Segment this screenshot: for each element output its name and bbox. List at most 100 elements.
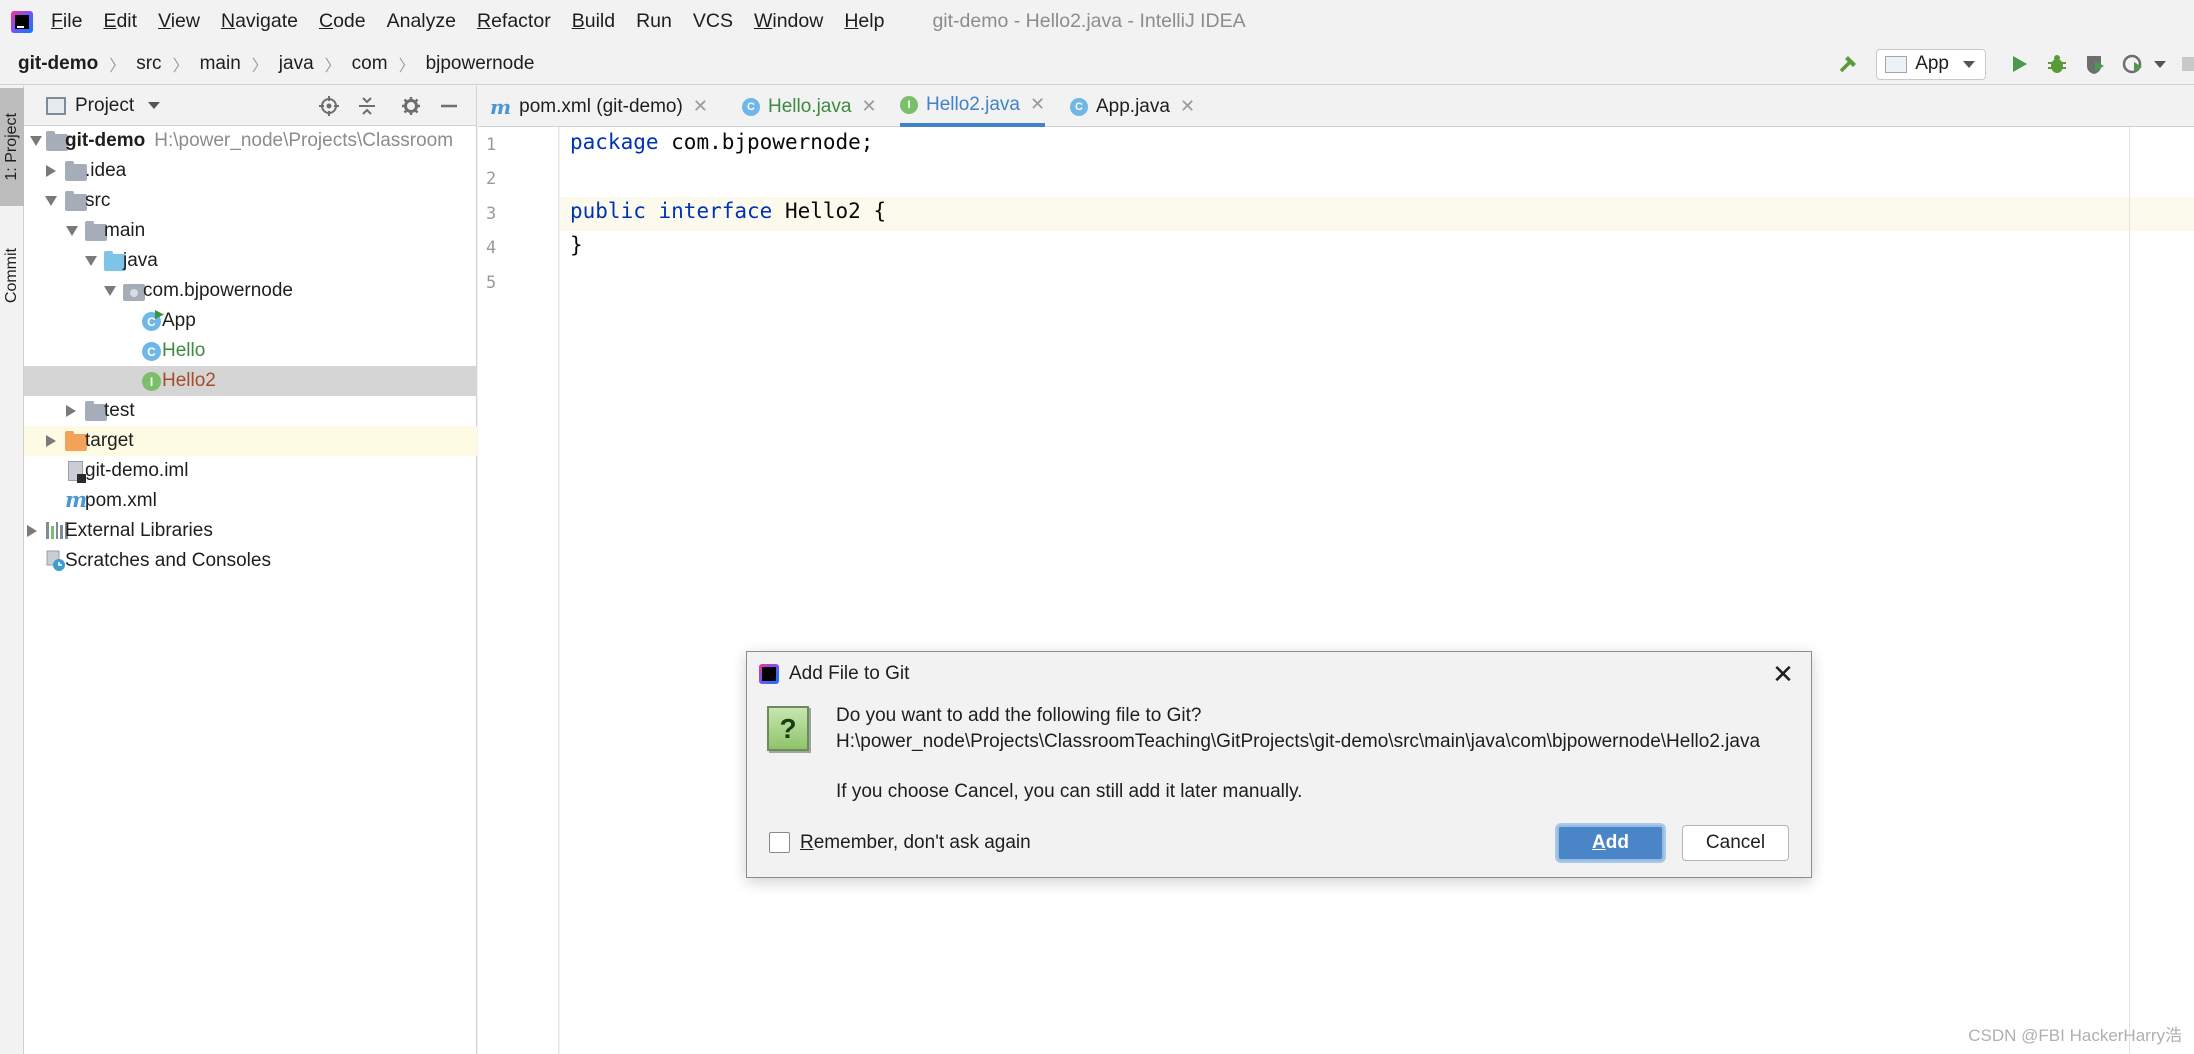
menu-analyze[interactable]: Analyze — [387, 10, 456, 33]
tree-item-label: Hello — [162, 340, 206, 361]
code-line-3: public interface Hello2 { — [570, 199, 887, 223]
tree-item-external-libraries[interactable]: External Libraries — [24, 516, 477, 546]
chevron-down-icon — [1963, 60, 1975, 68]
tree-item-hello[interactable]: C Hello — [24, 336, 477, 366]
collapse-arrow-icon[interactable] — [46, 435, 56, 447]
menu-build[interactable]: Build — [572, 10, 615, 33]
tree-item-label: com.bjpowernode — [143, 280, 293, 301]
build-hammer-icon[interactable] — [1837, 52, 1861, 76]
tree-item-target[interactable]: target — [24, 426, 477, 456]
scratches-icon — [46, 550, 66, 571]
project-panel-header: Project — [24, 86, 476, 126]
menu-code[interactable]: Code — [319, 10, 366, 33]
breadcrumb-item-com[interactable]: com — [352, 53, 388, 75]
expand-arrow-icon[interactable] — [45, 196, 57, 206]
close-icon[interactable]: ✕ — [1769, 660, 1797, 688]
tree-item-git-demo[interactable]: git-demo H:\power_node\Projects\Classroom — [24, 126, 477, 156]
dialog-note-text: If you choose Cancel, you can still add … — [836, 781, 1303, 802]
dialog-titlebar[interactable]: Add File to Git ✕ — [747, 652, 1811, 696]
run-configuration-select[interactable]: App — [1876, 48, 1986, 80]
menu-window[interactable]: Window — [754, 10, 823, 33]
tree-item-label: git-demo H:\power_node\Projects\Classroom — [65, 130, 454, 151]
tree-item-idea[interactable]: .idea — [24, 156, 477, 186]
collapse-arrow-icon[interactable] — [46, 165, 56, 177]
remember-checkbox-label[interactable]: Remember, don't ask again — [800, 832, 1031, 854]
run-toolbar: App — [1830, 43, 2194, 85]
maven-icon: m — [490, 94, 512, 119]
tree-item-com-bjpowernode[interactable]: com.bjpowernode — [24, 276, 477, 306]
expand-arrow-icon[interactable] — [104, 286, 116, 296]
tree-item-app[interactable]: C App — [24, 306, 477, 336]
code-editor[interactable]: package com.bjpowernode; public interfac… — [560, 127, 2194, 1054]
menu-vcs[interactable]: VCS — [693, 10, 733, 33]
chevron-down-icon[interactable] — [148, 102, 161, 109]
menu-file[interactable]: File — [51, 10, 82, 33]
line-number: 2 — [486, 169, 497, 189]
tab-hello2-java[interactable]: I Hello2.java ✕ — [900, 86, 1046, 127]
locate-file-icon[interactable] — [318, 95, 340, 117]
package-icon — [123, 284, 145, 301]
profile-icon[interactable] — [2121, 52, 2145, 76]
breadcrumb-separator-icon: 〉 — [109, 57, 126, 75]
breadcrumb-item-main[interactable]: main — [200, 53, 241, 75]
collapse-arrow-icon[interactable] — [66, 405, 76, 417]
expand-arrow-icon[interactable] — [30, 136, 42, 146]
tree-item-pom-xml[interactable]: m pom.xml — [24, 486, 477, 516]
tree-item-git-demo-iml[interactable]: git-demo.iml — [24, 456, 477, 486]
tree-item-main[interactable]: main — [24, 216, 477, 246]
menu-refactor[interactable]: Refactor — [477, 10, 551, 33]
tab-pom-xml[interactable]: m pom.xml (git-demo) ✕ — [490, 86, 708, 127]
interface-icon: I — [142, 372, 161, 391]
expand-arrow-icon[interactable] — [66, 226, 78, 236]
folder-icon — [65, 191, 87, 211]
menu-run[interactable]: Run — [636, 10, 672, 33]
collapse-arrow-icon[interactable] — [27, 525, 37, 537]
remember-checkbox[interactable] — [769, 832, 790, 853]
cancel-button[interactable]: Cancel — [1682, 825, 1789, 861]
close-icon[interactable]: ✕ — [861, 96, 876, 117]
tool-tab-commit[interactable]: Commit — [0, 226, 24, 326]
tree-item-label: java — [123, 250, 158, 271]
tree-item-java[interactable]: java — [24, 246, 477, 276]
tab-hello-java[interactable]: C Hello.java ✕ — [742, 86, 877, 127]
breadcrumb-item-src[interactable]: src — [136, 53, 161, 75]
dialog-title: Add File to Git — [789, 663, 910, 684]
coverage-icon[interactable] — [2083, 52, 2107, 76]
menu-view[interactable]: View — [158, 10, 200, 33]
expand-arrow-icon[interactable] — [85, 256, 97, 266]
tab-label: Hello2.java — [926, 93, 1020, 115]
breadcrumb-item-java[interactable]: java — [279, 53, 314, 75]
menu-edit[interactable]: Edit — [103, 10, 137, 33]
gear-icon[interactable] — [400, 95, 422, 117]
debug-icon[interactable] — [2045, 52, 2069, 76]
close-icon[interactable]: ✕ — [693, 96, 708, 117]
run-icon[interactable] — [2007, 52, 2031, 76]
tree-item-hello2[interactable]: I Hello2 — [24, 366, 477, 396]
breadcrumb-item-git-demo[interactable]: git-demo — [18, 53, 98, 75]
tab-label: App.java — [1096, 95, 1170, 117]
menu-help[interactable]: Help — [844, 10, 884, 33]
tab-app-java[interactable]: C App.java ✕ — [1070, 86, 1195, 127]
maven-icon: m — [65, 487, 88, 512]
chevron-down-icon[interactable] — [2154, 60, 2166, 68]
collapse-all-icon[interactable] — [356, 95, 378, 117]
close-icon[interactable]: ✕ — [1030, 94, 1045, 115]
project-panel-title[interactable]: Project — [75, 95, 134, 117]
intellij-logo-icon — [11, 10, 33, 33]
tree-item-src[interactable]: src — [24, 186, 477, 216]
menu-navigate[interactable]: Navigate — [221, 10, 298, 33]
code-line-4: } — [570, 233, 583, 257]
class-icon: C — [1070, 97, 1088, 116]
tree-item-scratches[interactable]: Scratches and Consoles — [24, 546, 477, 576]
tool-tab-project[interactable]: 1: Project — [0, 88, 24, 206]
stop-icon[interactable] — [2182, 57, 2194, 71]
line-number: 4 — [486, 238, 497, 258]
tree-item-label: git-demo.iml — [85, 460, 189, 481]
class-icon: C — [742, 97, 760, 116]
add-button[interactable]: Add — [1557, 825, 1664, 861]
hide-panel-icon[interactable] — [438, 95, 460, 117]
close-icon[interactable]: ✕ — [1180, 96, 1195, 117]
tree-item-label: target — [85, 430, 134, 451]
breadcrumb-item-bjpowernode[interactable]: bjpowernode — [426, 53, 535, 75]
tree-item-test[interactable]: test — [24, 396, 477, 426]
